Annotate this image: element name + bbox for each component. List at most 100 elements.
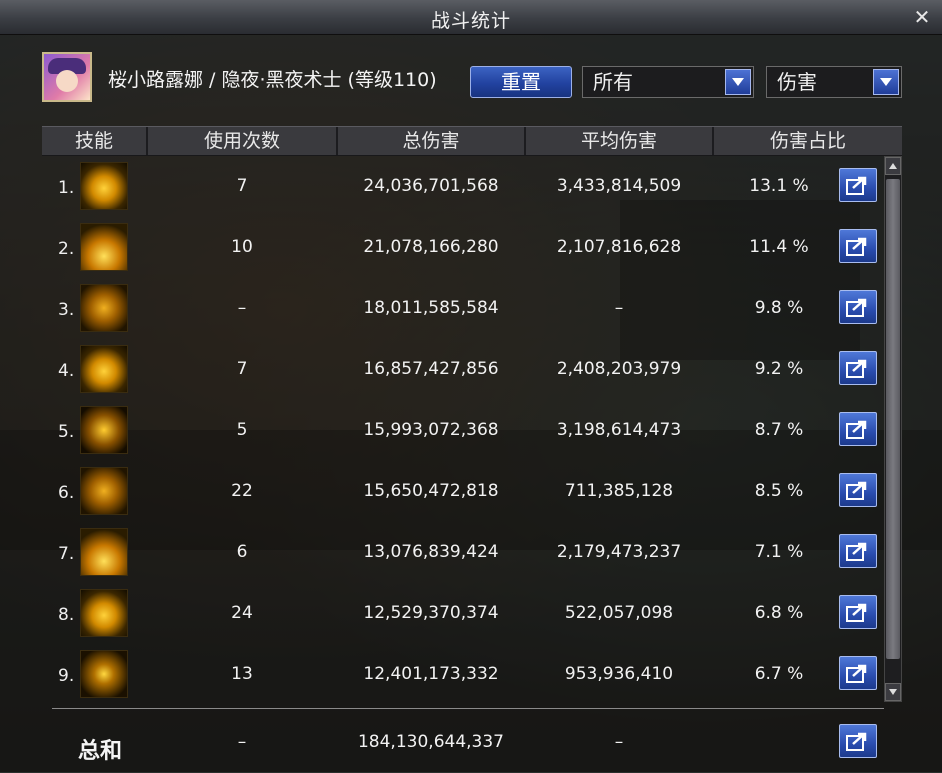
skill-icon[interactable] [80, 528, 128, 576]
skill-icon[interactable] [80, 650, 128, 698]
row-index: 4. [58, 361, 75, 381]
total-uses-cell: – [237, 732, 247, 752]
share-button[interactable] [839, 412, 877, 446]
uses-cell: 13 [231, 664, 253, 684]
row-index: 9. [58, 666, 75, 686]
share-button[interactable] [839, 595, 877, 629]
chevron-down-icon[interactable] [725, 69, 751, 95]
share-icon [846, 603, 867, 622]
avg-damage-cell: 3,433,814,509 [556, 176, 682, 196]
window-title: 战斗统计 [430, 10, 511, 32]
damage-share-cell: 11.4 % [749, 237, 809, 257]
skill-icon[interactable] [80, 467, 128, 515]
share-button[interactable] [839, 656, 877, 690]
table-row: 6. 22 15,650,472,818 711,385,128 8.5 % [42, 461, 882, 522]
share-icon [846, 542, 867, 561]
table-row: 1. 7 24,036,701,568 3,433,814,509 13.1 % [42, 156, 882, 217]
damage-share-cell: 13.1 % [749, 176, 809, 196]
total-label: 总和 [78, 739, 123, 764]
table-row: 8. 24 12,529,370,374 522,057,098 6.8 % [42, 583, 882, 644]
chevron-down-icon[interactable] [873, 69, 899, 95]
uses-cell: 5 [236, 420, 248, 440]
total-damage-cell: 15,650,472,818 [363, 481, 499, 501]
character-avatar [42, 52, 92, 102]
share-button[interactable] [839, 534, 877, 568]
damage-share-cell: 8.5 % [754, 481, 804, 501]
damage-share-cell: 7.1 % [754, 542, 804, 562]
filter-dropdown-value: 所有 [593, 70, 633, 94]
share-icon [846, 420, 867, 439]
skill-icon[interactable] [80, 284, 128, 332]
skill-icon[interactable] [80, 406, 128, 454]
uses-cell: 7 [236, 359, 248, 379]
avg-damage-cell: – [614, 298, 624, 318]
scroll-up-icon[interactable] [885, 157, 901, 175]
share-icon [846, 664, 867, 683]
filter-dropdown[interactable]: 所有 [582, 66, 754, 98]
damage-share-cell: 6.7 % [754, 664, 804, 684]
table-row: 2. 10 21,078,166,280 2,107,816,628 11.4 … [42, 217, 882, 278]
column-header-damage-share[interactable]: 伤害占比 [714, 127, 902, 155]
grand-total-damage-cell: 184,130,644,337 [357, 732, 504, 752]
share-icon [846, 298, 867, 317]
share-button[interactable] [839, 724, 877, 758]
avg-damage-cell: 2,408,203,979 [556, 359, 682, 379]
table-scrollbar[interactable] [884, 156, 902, 702]
column-header-skill[interactable]: 技能 [42, 127, 148, 155]
share-icon [846, 359, 867, 378]
row-index: 6. [58, 483, 75, 503]
share-button[interactable] [839, 351, 877, 385]
scrollbar-thumb[interactable] [886, 179, 900, 659]
share-button[interactable] [839, 473, 877, 507]
row-index: 8. [58, 605, 75, 625]
uses-cell: 24 [231, 603, 253, 623]
total-divider [52, 708, 884, 709]
row-index: 7. [58, 544, 75, 564]
share-button[interactable] [839, 229, 877, 263]
skill-icon[interactable] [80, 162, 128, 210]
column-header-uses[interactable]: 使用次数 [148, 127, 338, 155]
window-titlebar[interactable]: 战斗统计 ✕ [0, 0, 942, 35]
metric-dropdown[interactable]: 伤害 [766, 66, 902, 98]
share-button[interactable] [839, 168, 877, 202]
table-row: 3. – 18,011,585,584 – 9.8 % [42, 278, 882, 339]
reset-button[interactable]: 重置 [470, 66, 572, 98]
column-header-total-damage[interactable]: 总伤害 [338, 127, 526, 155]
skill-icon[interactable] [80, 223, 128, 271]
total-damage-cell: 24,036,701,568 [363, 176, 499, 196]
share-icon [846, 176, 867, 195]
column-header-avg-damage[interactable]: 平均伤害 [526, 127, 714, 155]
uses-cell: – [237, 298, 247, 318]
metric-dropdown-value: 伤害 [777, 70, 817, 94]
damage-share-cell: 9.8 % [754, 298, 804, 318]
total-row: – 184,130,644,337 – [42, 712, 882, 773]
total-damage-cell: 12,401,173,332 [363, 664, 499, 684]
avg-damage-cell: 711,385,128 [564, 481, 674, 501]
total-avg-cell: – [614, 732, 624, 752]
total-damage-cell: 12,529,370,374 [363, 603, 499, 623]
table-header: 技能 使用次数 总伤害 平均伤害 伤害占比 [42, 126, 902, 156]
avg-damage-cell: 2,179,473,237 [556, 542, 682, 562]
share-icon [846, 732, 867, 751]
character-name: 桜小路露娜 / 隐夜·黑夜术士 (等级110) [108, 69, 437, 91]
table-row: 7. 6 13,076,839,424 2,179,473,237 7.1 % [42, 522, 882, 583]
total-damage-cell: 15,993,072,368 [363, 420, 499, 440]
close-icon[interactable]: ✕ [912, 7, 932, 27]
share-button[interactable] [839, 290, 877, 324]
table-row: 4. 7 16,857,427,856 2,408,203,979 9.2 % [42, 339, 882, 400]
total-damage-cell: 21,078,166,280 [363, 237, 499, 257]
row-index: 2. [58, 239, 75, 259]
avg-damage-cell: 3,198,614,473 [556, 420, 682, 440]
share-icon [846, 237, 867, 256]
uses-cell: 6 [236, 542, 248, 562]
skill-icon[interactable] [80, 345, 128, 393]
skill-icon[interactable] [80, 589, 128, 637]
table-row: 5. 5 15,993,072,368 3,198,614,473 8.7 % [42, 400, 882, 461]
avg-damage-cell: 953,936,410 [564, 664, 674, 684]
row-index: 1. [58, 178, 75, 198]
total-damage-cell: 18,011,585,584 [363, 298, 499, 318]
row-index: 3. [58, 300, 75, 320]
damage-share-cell: 9.2 % [754, 359, 804, 379]
scroll-down-icon[interactable] [885, 683, 901, 701]
row-index: 5. [58, 422, 75, 442]
